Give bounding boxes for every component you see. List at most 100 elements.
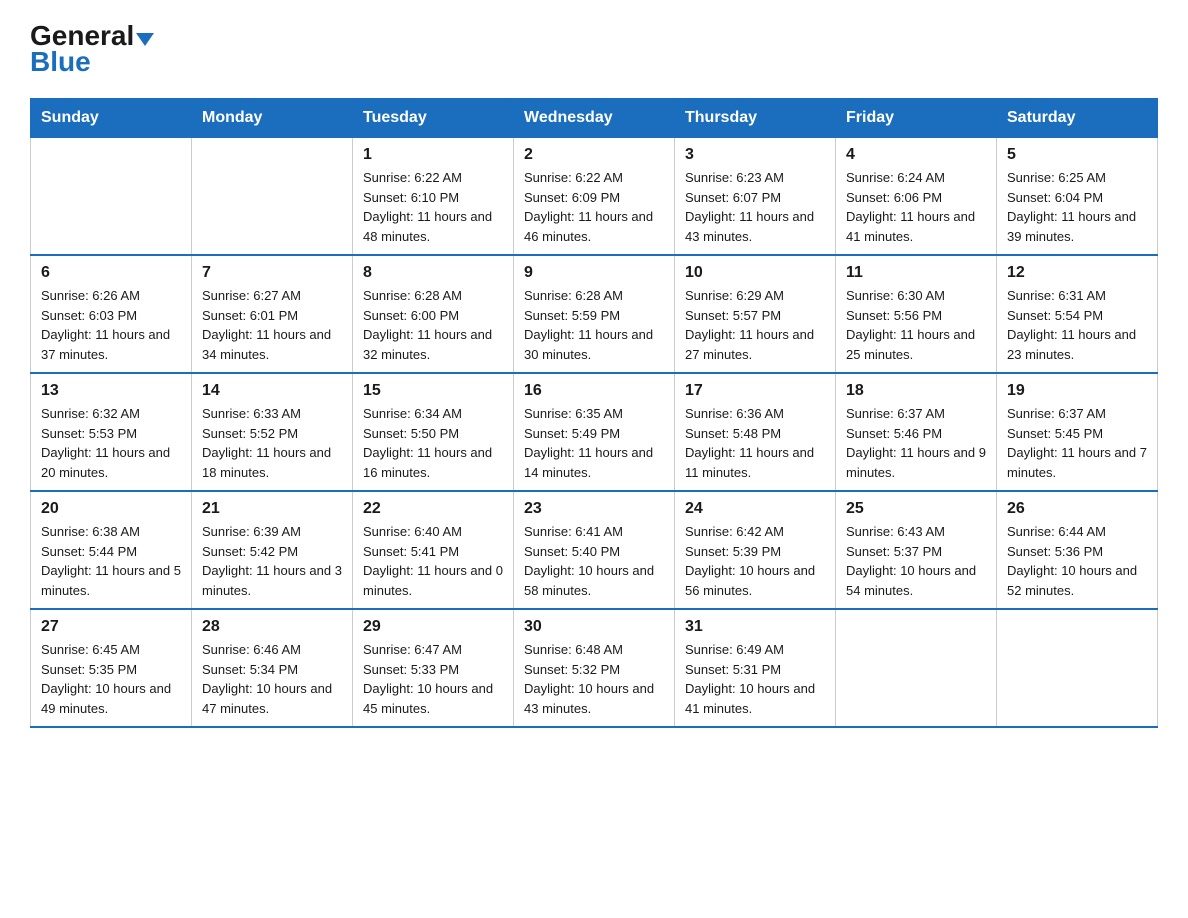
logo-graphic: General Blue — [30, 20, 154, 78]
calendar-cell: 24 Sunrise: 6:42 AMSunset: 5:39 PMDayligh… — [675, 491, 836, 609]
calendar-cell: 3 Sunrise: 6:23 AMSunset: 6:07 PMDaylight… — [675, 138, 836, 256]
day-info: Sunrise: 6:29 AMSunset: 5:57 PMDaylight:… — [685, 286, 825, 364]
calendar-cell: 2 Sunrise: 6:22 AMSunset: 6:09 PMDaylight… — [514, 138, 675, 256]
header-tuesday: Tuesday — [353, 99, 514, 138]
calendar-cell: 31 Sunrise: 6:49 AMSunset: 5:31 PMDayligh… — [675, 609, 836, 727]
day-number: 16 — [524, 382, 664, 400]
day-number: 17 — [685, 382, 825, 400]
day-number: 24 — [685, 500, 825, 518]
calendar-cell: 26 Sunrise: 6:44 AMSunset: 5:36 PMDayligh… — [997, 491, 1158, 609]
day-info: Sunrise: 6:33 AMSunset: 5:52 PMDaylight:… — [202, 404, 342, 482]
calendar-cell: 5 Sunrise: 6:25 AMSunset: 6:04 PMDaylight… — [997, 138, 1158, 256]
calendar-cell: 25 Sunrise: 6:43 AMSunset: 5:37 PMDayligh… — [836, 491, 997, 609]
logo-container: General Blue — [30, 20, 158, 78]
day-number: 7 — [202, 264, 342, 282]
day-info: Sunrise: 6:47 AMSunset: 5:33 PMDaylight:… — [363, 640, 503, 718]
day-number: 11 — [846, 264, 986, 282]
calendar-cell: 15Sunrise: 6:34 AMSunset: 5:50 PMDayligh… — [353, 373, 514, 491]
day-number: 14 — [202, 382, 342, 400]
day-number: 1 — [363, 146, 503, 164]
day-number: 4 — [846, 146, 986, 164]
day-info: Sunrise: 6:37 AMSunset: 5:45 PMDaylight:… — [1007, 404, 1147, 482]
day-number: 5 — [1007, 146, 1147, 164]
day-info: Sunrise: 6:46 AMSunset: 5:34 PMDaylight:… — [202, 640, 342, 718]
calendar-cell — [997, 609, 1158, 727]
logo-general-text: General — [30, 20, 134, 51]
day-number: 8 — [363, 264, 503, 282]
day-number: 3 — [685, 146, 825, 164]
header-friday: Friday — [836, 99, 997, 138]
calendar-cell: 19 Sunrise: 6:37 AMSunset: 5:45 PMDayligh… — [997, 373, 1158, 491]
calendar-cell — [836, 609, 997, 727]
day-number: 10 — [685, 264, 825, 282]
day-info: Sunrise: 6:43 AMSunset: 5:37 PMDaylight:… — [846, 522, 986, 600]
day-number: 13 — [41, 382, 181, 400]
day-info: Sunrise: 6:30 AMSunset: 5:56 PMDaylight:… — [846, 286, 986, 364]
calendar-cell: 14 Sunrise: 6:33 AMSunset: 5:52 PMDayligh… — [192, 373, 353, 491]
day-number: 26 — [1007, 500, 1147, 518]
header-sunday: Sunday — [31, 99, 192, 138]
day-number: 28 — [202, 618, 342, 636]
day-number: 29 — [363, 618, 503, 636]
day-info: Sunrise: 6:22 AMSunset: 6:09 PMDaylight:… — [524, 168, 664, 246]
day-number: 12 — [1007, 264, 1147, 282]
day-info: Sunrise: 6:25 AMSunset: 6:04 PMDaylight:… — [1007, 168, 1147, 246]
calendar-cell: 10 Sunrise: 6:29 AMSunset: 5:57 PMDayligh… — [675, 255, 836, 373]
header-wednesday: Wednesday — [514, 99, 675, 138]
day-info: Sunrise: 6:40 AMSunset: 5:41 PMDaylight:… — [363, 522, 503, 600]
calendar-cell: 23 Sunrise: 6:41 AMSunset: 5:40 PMDayligh… — [514, 491, 675, 609]
calendar-cell: 1 Sunrise: 6:22 AMSunset: 6:10 PMDaylight… — [353, 138, 514, 256]
day-info: Sunrise: 6:22 AMSunset: 6:10 PMDaylight:… — [363, 168, 503, 246]
calendar-cell: 9 Sunrise: 6:28 AMSunset: 5:59 PMDaylight… — [514, 255, 675, 373]
calendar-cell: 8 Sunrise: 6:28 AMSunset: 6:00 PMDaylight… — [353, 255, 514, 373]
day-info: Sunrise: 6:31 AMSunset: 5:54 PMDaylight:… — [1007, 286, 1147, 364]
day-info: Sunrise: 6:27 AMSunset: 6:01 PMDaylight:… — [202, 286, 342, 364]
calendar-cell: 30Sunrise: 6:48 AMSunset: 5:32 PMDayligh… — [514, 609, 675, 727]
day-info: Sunrise: 6:28 AMSunset: 5:59 PMDaylight:… — [524, 286, 664, 364]
calendar-cell: 21 Sunrise: 6:39 AMSunset: 5:42 PMDayligh… — [192, 491, 353, 609]
day-number: 27 — [41, 618, 181, 636]
day-info: Sunrise: 6:41 AMSunset: 5:40 PMDaylight:… — [524, 522, 664, 600]
day-info: Sunrise: 6:35 AMSunset: 5:49 PMDaylight:… — [524, 404, 664, 482]
day-number: 19 — [1007, 382, 1147, 400]
week-row-3: 13 Sunrise: 6:32 AMSunset: 5:53 PMDayligh… — [31, 373, 1158, 491]
day-number: 20 — [41, 500, 181, 518]
week-row-2: 6Sunrise: 6:26 AMSunset: 6:03 PMDaylight… — [31, 255, 1158, 373]
day-info: Sunrise: 6:37 AMSunset: 5:46 PMDaylight:… — [846, 404, 986, 482]
logo-general-row: General — [30, 20, 154, 52]
day-info: Sunrise: 6:36 AMSunset: 5:48 PMDaylight:… — [685, 404, 825, 482]
day-number: 23 — [524, 500, 664, 518]
calendar-cell: 11 Sunrise: 6:30 AMSunset: 5:56 PMDayligh… — [836, 255, 997, 373]
day-number: 9 — [524, 264, 664, 282]
calendar-cell: 29 Sunrise: 6:47 AMSunset: 5:33 PMDayligh… — [353, 609, 514, 727]
calendar-cell: 6Sunrise: 6:26 AMSunset: 6:03 PMDaylight… — [31, 255, 192, 373]
calendar-cell: 22Sunrise: 6:40 AMSunset: 5:41 PMDayligh… — [353, 491, 514, 609]
day-info: Sunrise: 6:45 AMSunset: 5:35 PMDaylight:… — [41, 640, 181, 718]
header-saturday: Saturday — [997, 99, 1158, 138]
day-info: Sunrise: 6:38 AMSunset: 5:44 PMDaylight:… — [41, 522, 181, 600]
header-thursday: Thursday — [675, 99, 836, 138]
day-info: Sunrise: 6:28 AMSunset: 6:00 PMDaylight:… — [363, 286, 503, 364]
day-info: Sunrise: 6:32 AMSunset: 5:53 PMDaylight:… — [41, 404, 181, 482]
day-info: Sunrise: 6:39 AMSunset: 5:42 PMDaylight:… — [202, 522, 342, 600]
day-info: Sunrise: 6:49 AMSunset: 5:31 PMDaylight:… — [685, 640, 825, 718]
logo: General Blue — [30, 20, 158, 78]
calendar-cell — [31, 138, 192, 256]
day-number: 18 — [846, 382, 986, 400]
day-number: 2 — [524, 146, 664, 164]
calendar-cell: 18 Sunrise: 6:37 AMSunset: 5:46 PMDayligh… — [836, 373, 997, 491]
day-number: 21 — [202, 500, 342, 518]
day-number: 30 — [524, 618, 664, 636]
calendar-header-row: SundayMondayTuesdayWednesdayThursdayFrid… — [31, 99, 1158, 138]
week-row-4: 20 Sunrise: 6:38 AMSunset: 5:44 PMDayligh… — [31, 491, 1158, 609]
day-number: 6 — [41, 264, 181, 282]
day-number: 15 — [363, 382, 503, 400]
day-info: Sunrise: 6:44 AMSunset: 5:36 PMDaylight:… — [1007, 522, 1147, 600]
day-number: 31 — [685, 618, 825, 636]
calendar-cell: 7 Sunrise: 6:27 AMSunset: 6:01 PMDaylight… — [192, 255, 353, 373]
day-info: Sunrise: 6:23 AMSunset: 6:07 PMDaylight:… — [685, 168, 825, 246]
day-info: Sunrise: 6:42 AMSunset: 5:39 PMDaylight:… — [685, 522, 825, 600]
calendar-table: SundayMondayTuesdayWednesdayThursdayFrid… — [30, 98, 1158, 728]
day-number: 25 — [846, 500, 986, 518]
calendar-cell: 4Sunrise: 6:24 AMSunset: 6:06 PMDaylight… — [836, 138, 997, 256]
